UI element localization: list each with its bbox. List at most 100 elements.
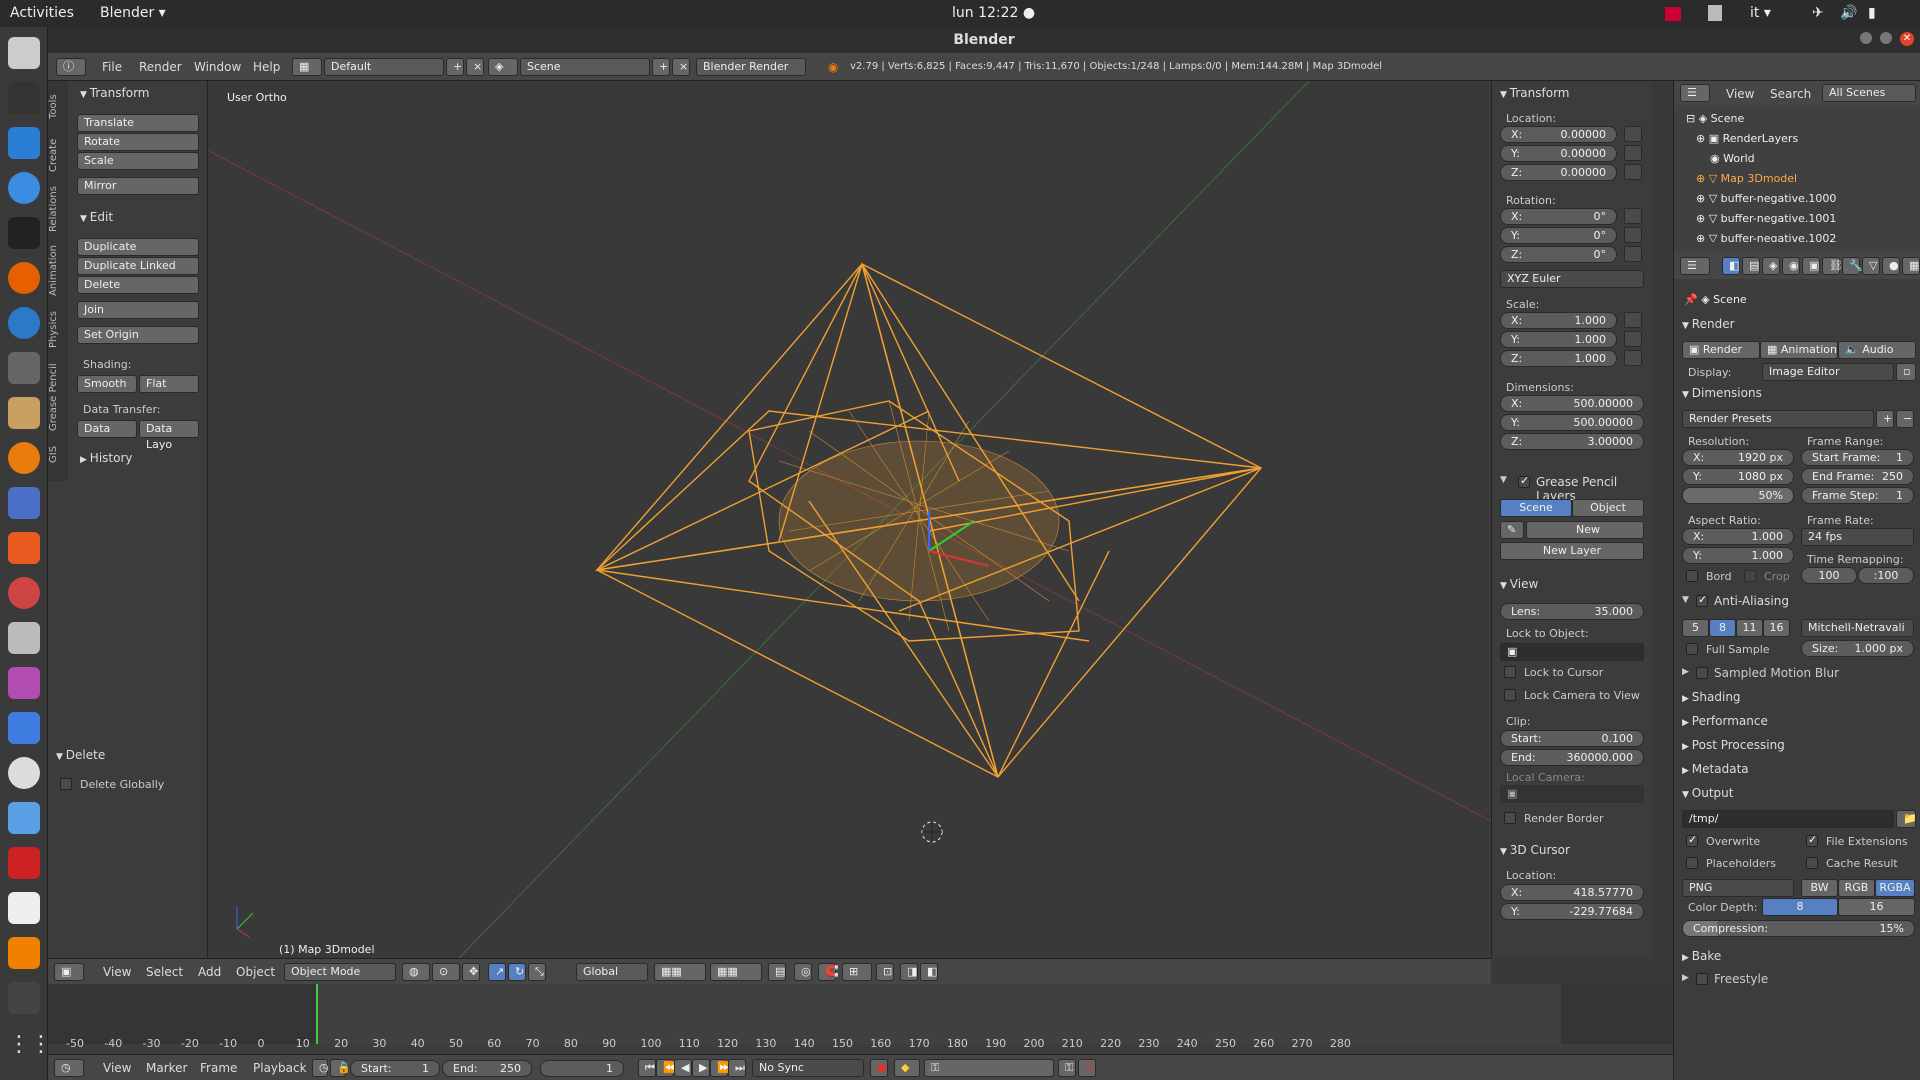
- tab-gis[interactable]: GIS: [48, 441, 68, 467]
- rotation-y-field[interactable]: Y: 0°: [1500, 227, 1617, 244]
- view-editor-icon[interactable]: ▣: [54, 963, 84, 981]
- software-icon[interactable]: [8, 532, 40, 564]
- render-engine-select[interactable]: Blender Render: [696, 58, 806, 76]
- tab-relations[interactable]: Relations: [48, 181, 68, 237]
- scale-button[interactable]: Scale: [77, 152, 199, 170]
- close-button[interactable]: ✕: [1900, 32, 1914, 46]
- outliner-item-buffer-1001[interactable]: ⊕ ▽ buffer-negative.1001: [1696, 212, 1836, 225]
- box-icon[interactable]: [8, 802, 40, 834]
- orientation-select[interactable]: Global: [576, 963, 648, 981]
- play-reverse-icon[interactable]: ◀: [674, 1059, 692, 1077]
- keying-set-field[interactable]: ⚿: [924, 1059, 1054, 1077]
- scene-tab-icon[interactable]: ◈: [1762, 257, 1780, 275]
- scene-select[interactable]: Scene: [520, 58, 650, 76]
- cursor-y-field[interactable]: Y: -229.77684: [1500, 903, 1644, 920]
- clip-end-field[interactable]: End: 360000.000: [1500, 749, 1644, 766]
- grease-pencil-checkbox[interactable]: [1518, 474, 1530, 488]
- remap-old-field[interactable]: 100: [1801, 567, 1857, 584]
- snap-element-icon[interactable]: ⊞: [842, 963, 872, 981]
- record-icon[interactable]: [1665, 7, 1681, 21]
- object-tab-icon[interactable]: ▣: [1802, 257, 1820, 275]
- shading-panel-title[interactable]: Shading: [1682, 690, 1741, 704]
- resolution-y-field[interactable]: Y: 1080 px: [1682, 468, 1794, 485]
- depth-16-button[interactable]: 16: [1838, 898, 1915, 916]
- npanel-scrollbar[interactable]: [1651, 81, 1673, 958]
- timeline-editor-icon[interactable]: ◷: [54, 1059, 84, 1077]
- render-animation-button[interactable]: ▦ Animation: [1760, 341, 1838, 359]
- proportional-edit-icon[interactable]: ◎: [794, 963, 812, 981]
- layer-lock-icon[interactable]: ▤: [768, 963, 786, 981]
- expand-icon[interactable]: ▶: [1682, 973, 1689, 983]
- rotation-x-field[interactable]: X: 0°: [1500, 208, 1617, 225]
- app-menu[interactable]: Blender ▾: [100, 5, 166, 21]
- menu-file[interactable]: File: [102, 60, 122, 74]
- tab-animation[interactable]: Animation: [48, 241, 68, 301]
- record-keyframe-icon[interactable]: ●: [870, 1059, 888, 1077]
- set-origin-dropdown[interactable]: Set Origin: [77, 326, 199, 344]
- end-frame-field[interactable]: End Frame: 250: [1801, 468, 1914, 485]
- remap-new-field[interactable]: :100: [1858, 567, 1914, 584]
- lock-icon[interactable]: [1624, 145, 1642, 161]
- sync-mode-select[interactable]: No Sync: [752, 1059, 864, 1077]
- pencil-icon[interactable]: ✎: [1500, 521, 1524, 539]
- collapse-icon[interactable]: ▼: [1500, 475, 1507, 485]
- dimension-y-field[interactable]: Y: 500.00000: [1500, 414, 1644, 431]
- properties-editor-icon[interactable]: ☰: [1680, 257, 1710, 275]
- tab-create[interactable]: Create: [48, 133, 68, 177]
- media-icon[interactable]: [8, 667, 40, 699]
- firefox-icon[interactable]: [8, 262, 40, 294]
- delete-globally-checkbox[interactable]: [60, 778, 72, 790]
- data-layout-button[interactable]: Data Layo: [139, 420, 199, 451]
- insert-keyframe-icon[interactable]: ⚿: [1058, 1059, 1076, 1077]
- layout-select[interactable]: Default: [324, 58, 444, 76]
- output-path-field[interactable]: /tmp/: [1682, 810, 1894, 828]
- overwrite-checkbox[interactable]: [1686, 833, 1698, 847]
- manipulator-icon[interactable]: ✥: [462, 963, 480, 981]
- add-scene-button[interactable]: +: [652, 58, 670, 76]
- post-processing-panel-title[interactable]: Post Processing: [1682, 738, 1785, 752]
- gimp-icon[interactable]: [8, 352, 40, 384]
- anti-aliasing-checkbox[interactable]: [1696, 593, 1708, 607]
- performance-panel-title[interactable]: Performance: [1682, 714, 1768, 728]
- add-layout-button[interactable]: +: [446, 58, 464, 76]
- lock-icon[interactable]: [1624, 350, 1642, 366]
- collapse-icon[interactable]: ▼: [1682, 595, 1689, 605]
- translate-manipulator-icon[interactable]: ↗: [488, 963, 506, 981]
- render-animation-icon[interactable]: ◧: [920, 963, 938, 981]
- display-select[interactable]: Image Editor: [1762, 363, 1894, 381]
- anti-aliasing-title[interactable]: Anti-Aliasing: [1714, 594, 1789, 608]
- outliner-view-menu[interactable]: View: [1726, 87, 1754, 101]
- tab-tools[interactable]: Tools: [48, 87, 68, 127]
- npanel-transform-title[interactable]: Transform: [1500, 86, 1570, 100]
- maximize-button[interactable]: [1880, 32, 1892, 44]
- placeholders-checkbox[interactable]: [1686, 857, 1698, 869]
- play-icon[interactable]: ▶: [692, 1059, 710, 1077]
- delete-keyframe-icon[interactable]: ⚿: [1078, 1059, 1096, 1077]
- lock-icon[interactable]: [1624, 208, 1642, 224]
- jump-keyframe-forward-icon[interactable]: ⏩: [710, 1059, 731, 1077]
- delete-button[interactable]: Delete: [77, 276, 199, 294]
- display-mode-select[interactable]: All Scenes: [1822, 84, 1916, 102]
- dimensions-panel-title[interactable]: Dimensions: [1682, 386, 1762, 400]
- motion-blur-checkbox[interactable]: [1696, 667, 1708, 679]
- jump-start-icon[interactable]: ⏮: [638, 1059, 656, 1077]
- outliner-item-world[interactable]: ◉ World: [1710, 152, 1755, 165]
- freestyle-checkbox[interactable]: [1696, 973, 1708, 985]
- timeline-area[interactable]: [48, 984, 1673, 1044]
- start-frame-field[interactable]: Start Frame: 1: [1801, 449, 1914, 466]
- clipboard-icon[interactable]: [1708, 5, 1722, 21]
- modifiers-tab-icon[interactable]: 🔧: [1842, 257, 1863, 275]
- render-presets-select[interactable]: Render Presets: [1682, 410, 1874, 428]
- add-menu[interactable]: Add: [198, 965, 221, 979]
- rotation-mode-select[interactable]: XYZ Euler: [1500, 270, 1644, 288]
- lock-object-field[interactable]: ▣: [1500, 643, 1644, 661]
- freecad-icon[interactable]: [8, 847, 40, 879]
- editor-type-icon[interactable]: ⓘ: [56, 58, 86, 76]
- layers-grid-2[interactable]: ▦▦: [710, 963, 762, 981]
- translate-button[interactable]: Translate: [77, 114, 199, 132]
- menu-window[interactable]: Window: [194, 60, 241, 74]
- frame-step-field[interactable]: Frame Step: 1: [1801, 487, 1914, 504]
- rotate-button[interactable]: Rotate: [77, 133, 199, 151]
- lock-icon[interactable]: [1624, 312, 1642, 328]
- scale-manipulator-icon[interactable]: ⤡: [528, 963, 546, 981]
